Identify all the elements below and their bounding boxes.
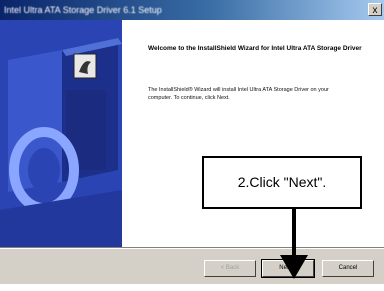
wizard-side-art [0,20,122,247]
arrow-down-icon [280,209,308,279]
title-bar: Intel Ultra ATA Storage Driver 6.1 Setup… [0,0,384,20]
wizard-description: The InstallShield® Wizard will install I… [148,87,329,101]
wizard-content-pane: Welcome to the InstallShield Wizard for … [122,20,384,247]
close-button[interactable]: x [368,3,382,16]
cancel-button[interactable]: Cancel [322,260,374,277]
back-button[interactable]: < Back [204,260,256,277]
instruction-callout: 2.Click "Next". [202,156,362,209]
setup-wizard-window: Intel Ultra ATA Storage Driver 6.1 Setup… [0,0,384,284]
window-title: Intel Ultra ATA Storage Driver 6.1 Setup [4,5,162,15]
button-separator [0,247,384,249]
installer-box-icon [0,20,122,247]
welcome-heading: Welcome to the InstallShield Wizard for … [148,45,362,52]
